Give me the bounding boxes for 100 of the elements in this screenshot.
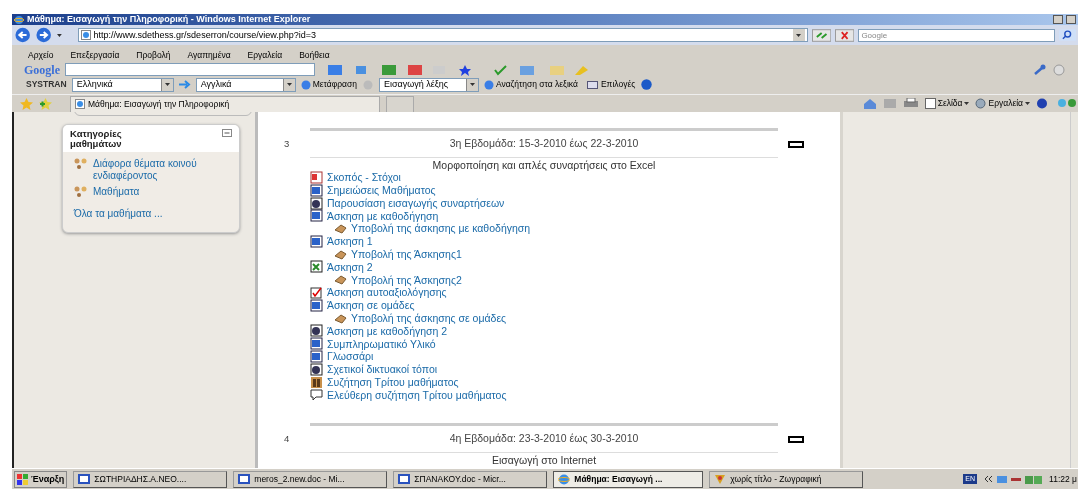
messenger-icon[interactable]: [1056, 98, 1078, 109]
options-button[interactable]: Επιλογές: [586, 80, 636, 89]
caret-icon[interactable]: [56, 33, 62, 37]
globe-document-icon: [310, 196, 323, 210]
activity-link[interactable]: Γλωσσάρι: [327, 351, 374, 362]
caret-icon[interactable]: [964, 102, 970, 105]
tools-menu[interactable]: Εργαλεία: [975, 98, 1030, 109]
activity-link[interactable]: Άσκηση αυτοαξιολόγησης: [327, 287, 447, 298]
translate-button[interactable]: Μετάφραση: [300, 79, 357, 90]
taskbar-button[interactable]: ΣΩΤΗΡΙΑΔΗΣ.Α.ΝΕΟ....: [73, 470, 228, 488]
minimize-button[interactable]: [1053, 15, 1063, 24]
print-icon[interactable]: [902, 98, 919, 109]
highlight-marker[interactable]: [788, 140, 804, 148]
start-button[interactable]: Έναρξη: [14, 470, 68, 488]
google-logo: Google: [24, 63, 60, 76]
activity-link[interactable]: Υποβολή της Άσκησης2: [351, 274, 462, 285]
document-icon: [310, 183, 323, 197]
window-title: Μάθημα: Εισαγωγή την Πληροφορική - Windows Internet Explorer: [27, 15, 312, 24]
home-icon[interactable]: [862, 97, 877, 110]
browser-icon: [14, 14, 24, 25]
all-courses-link[interactable]: Όλα τα μαθήματα ...: [74, 208, 228, 220]
caret-icon[interactable]: [164, 83, 170, 86]
wrench-icon[interactable]: [1033, 63, 1047, 76]
activity-link[interactable]: Άσκηση 2: [327, 261, 373, 273]
section-title: 4η Εβδομάδα: 23-3-2010 έως 30-3-2010: [448, 431, 640, 447]
dropdown[interactable]: Ελληνικά: [71, 77, 174, 92]
page-icon: [80, 30, 91, 40]
star-icon[interactable]: [20, 97, 33, 110]
back-icon[interactable]: [14, 27, 32, 43]
add-favorite-icon[interactable]: [39, 97, 52, 110]
activity-link[interactable]: Συζήτηση Τρίτου μαθήματος: [327, 376, 459, 388]
activity-link[interactable]: Υποβολή της Άσκησης1: [351, 248, 462, 260]
section-number: 4: [283, 432, 291, 447]
caret-icon[interactable]: [286, 83, 292, 86]
page-icon: [924, 98, 936, 109]
browser-tab[interactable]: Μάθημα: Εισαγωγή την Πληροφορική: [70, 95, 380, 112]
activity-link[interactable]: Υποβολή της άσκησης σε ομάδες: [351, 312, 507, 324]
dropdown[interactable]: Αγγλικά: [195, 77, 296, 92]
dropdown[interactable]: Εισαγωγή λέξης: [378, 77, 479, 92]
document-icon: [310, 350, 323, 364]
activity-link[interactable]: Υποβολή της άσκησης με καθοδήγηση: [351, 223, 531, 234]
activity-link[interactable]: Ελεύθερη συζήτηση Τρίτου μαθήματος: [327, 389, 507, 401]
category-link[interactable]: Διάφορα θέματα κοινού ενδιαφέροντος: [93, 158, 213, 182]
document-icon: [310, 209, 323, 223]
systran-label: SYSTRAN: [26, 80, 67, 89]
highlight-marker[interactable]: [788, 435, 804, 443]
block-title: Κατηγορίες μαθημάτων: [70, 129, 123, 149]
globe-document-icon: [310, 362, 323, 376]
document-icon: [398, 474, 411, 484]
document-icon: [238, 474, 251, 484]
list-icon: [586, 80, 598, 89]
forward-icon[interactable]: [35, 27, 53, 43]
activity-link[interactable]: Παρουσίαση εισαγωγής συναρτήσεων: [327, 197, 505, 209]
caret-icon[interactable]: [796, 33, 802, 37]
activity-link[interactable]: Σημειώσεις Μαθήματος: [327, 184, 436, 196]
url-field[interactable]: http://www.sdethess.gr/sdeserron/course/view.php?id=3: [77, 28, 808, 42]
activity-link[interactable]: Άσκηση με καθοδήγηση 2: [327, 325, 448, 337]
menu-item[interactable]: Βοήθεια: [299, 50, 330, 60]
activity-link[interactable]: Σκοπός - Στόχοι: [327, 172, 401, 183]
taskbar-button[interactable]: ΣΠΑΝΑΚΟΥ.doc - Micr...: [393, 470, 548, 488]
caret-icon[interactable]: [1025, 102, 1030, 105]
document-icon: [310, 170, 323, 184]
activity-link[interactable]: Άσκηση με καθοδήγηση: [327, 210, 439, 222]
activity-link[interactable]: Συμπληρωματικό Υλικό: [327, 338, 436, 349]
page-menu[interactable]: Σελίδα: [924, 98, 970, 109]
spreadsheet-icon: [310, 260, 323, 274]
category-icon: [74, 158, 89, 169]
refresh-icon[interactable]: [811, 28, 832, 42]
taskbar-button[interactable]: meros_2.new.doc - Mi...: [233, 470, 388, 488]
menu-item[interactable]: Επεξεργασία: [70, 50, 120, 60]
speech-bubble-icon: [310, 388, 323, 402]
tray-icons-drawing: [983, 473, 1044, 485]
paint-icon: [714, 473, 727, 485]
close-icon[interactable]: [835, 28, 855, 42]
taskbar-button[interactable]: Μάθημα: Εισαγωγή ...: [553, 470, 704, 488]
collapse-icon[interactable]: [222, 129, 232, 137]
menu-item[interactable]: Αγαπημένα: [187, 50, 231, 60]
restore-button[interactable]: [1066, 15, 1076, 24]
section-summary: Μορφοποίηση και απλές συναρτήσεις στο Excel: [432, 160, 656, 171]
windows-logo-icon: [17, 473, 29, 485]
browser-icon: [558, 473, 571, 485]
globe-document-icon: [310, 324, 323, 338]
arrow-right-icon: [178, 80, 191, 89]
document-icon: [310, 234, 323, 248]
search-field[interactable]: Google: [858, 28, 1055, 42]
category-link[interactable]: Μαθήματα: [93, 186, 213, 198]
page-icon: [75, 99, 85, 109]
dictionary-button[interactable]: Αναζήτηση στα λεξικά: [483, 79, 578, 90]
scrollbar[interactable]: [1070, 112, 1078, 468]
section-title: 3η Εβδομάδα: 15-3-2010 έως 22-3-2010: [448, 136, 640, 152]
category-icon: [74, 186, 89, 197]
menu-item[interactable]: Αρχείο: [28, 50, 54, 60]
activity-link[interactable]: Άσκηση σε ομάδες: [327, 300, 415, 311]
activity-link[interactable]: Άσκηση 1: [327, 236, 373, 247]
google-search-field[interactable]: [65, 63, 315, 76]
taskbar-button[interactable]: χωρίς τίτλο - Ζωγραφική: [709, 470, 864, 488]
menu-item[interactable]: Εργαλεία: [247, 50, 283, 60]
caret-icon[interactable]: [469, 83, 475, 86]
menu-item[interactable]: Προβολή: [136, 50, 171, 60]
activity-link[interactable]: Σχετικοί δικτυακοί τόποι: [327, 364, 438, 375]
